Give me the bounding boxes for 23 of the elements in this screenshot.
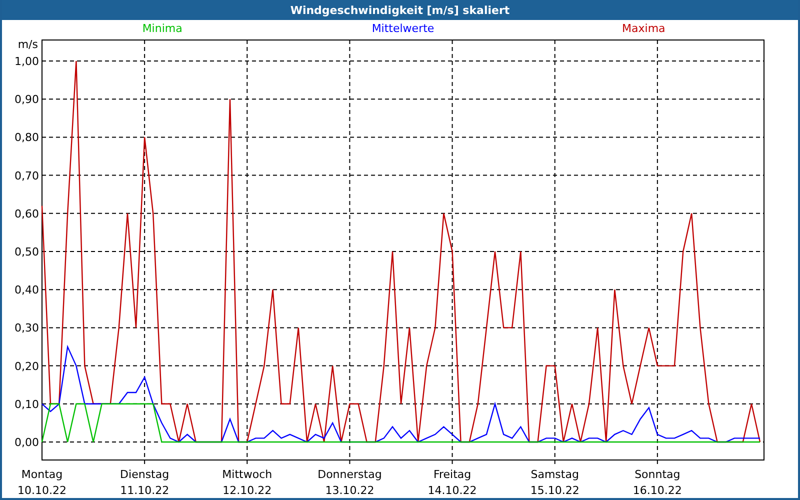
legend-label: Minima xyxy=(142,22,182,35)
y-tick-label: 0,00 xyxy=(14,436,39,449)
y-tick-label: 1,00 xyxy=(14,55,39,68)
x-tick-label: Mittwoch 12.10.22 xyxy=(222,468,272,497)
legend-label: Mittelwerte xyxy=(372,22,434,35)
x-tick-label: Samstag 15.10.22 xyxy=(530,468,580,497)
y-tick-label: 0,30 xyxy=(14,322,39,335)
axis-unit: m/s xyxy=(18,38,38,51)
y-tick-label: 0,90 xyxy=(14,93,39,106)
x-tick-label: Freitag 14.10.22 xyxy=(428,468,477,497)
legend-label: Maxima xyxy=(622,22,666,35)
x-tick-label: Montag 10.10.22 xyxy=(18,468,66,497)
x-tick-label: Dienstag 11.10.22 xyxy=(120,468,170,497)
y-tick-label: 0,70 xyxy=(14,169,39,182)
x-tick-label: Sonntag 16.10.22 xyxy=(632,468,682,497)
y-tick-label: 0,40 xyxy=(14,284,39,297)
y-tick-label: 0,60 xyxy=(14,207,39,220)
x-tick-label: Donnerstag 13.10.22 xyxy=(318,468,382,497)
y-tick-label: 0,10 xyxy=(14,398,39,411)
y-tick-label: 0,80 xyxy=(14,131,39,144)
y-tick-label: 0,50 xyxy=(14,246,39,258)
window-title: Windgeschwindigkeit [m/s] skaliert xyxy=(2,0,798,20)
y-tick-label: 0,20 xyxy=(14,360,39,373)
